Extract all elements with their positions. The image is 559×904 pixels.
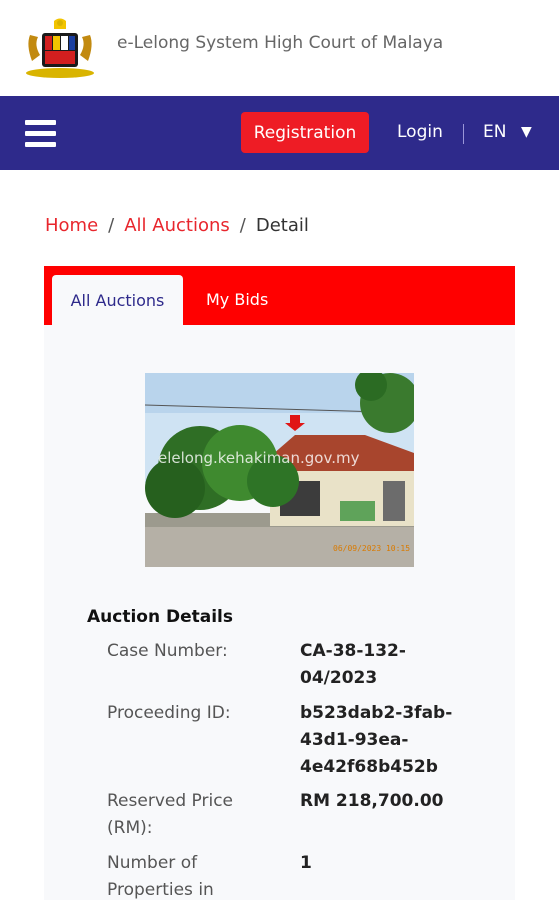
registration-button[interactable]: Registration <box>241 112 369 153</box>
case-number-label: Case Number: <box>107 641 228 661</box>
auction-details-title: Auction Details <box>87 607 234 627</box>
language-selector[interactable]: EN <box>483 122 506 142</box>
tab-all-auctions[interactable]: All Auctions <box>52 275 183 326</box>
proceeding-id-value: b523dab2-3fab- 43d1-93ea- 4e42f68b452b <box>300 703 453 777</box>
top-header: e-Lelong System High Court of Malaya <box>0 0 559 96</box>
login-link[interactable]: Login <box>397 122 443 142</box>
coat-of-arms-logo <box>26 18 94 78</box>
number-of-properties-value: 1 <box>300 853 312 873</box>
nav-divider <box>463 124 464 144</box>
reserved-price-value: RM 218,700.00 <box>300 791 444 811</box>
tab-my-bids[interactable]: My Bids <box>206 290 268 309</box>
breadcrumb-current: Detail <box>255 215 309 236</box>
site-title: e-Lelong System High Court of Malaya <box>117 33 444 53</box>
breadcrumb-all-auctions-link[interactable]: All Auctions <box>124 215 230 236</box>
hamburger-menu-icon[interactable] <box>25 120 56 148</box>
reserved-price-label: Reserved Price (RM): <box>107 791 233 838</box>
property-photo: elelong.kehakiman.gov.my 06/09/2023 10:1… <box>145 373 414 567</box>
proceeding-id-label: Proceeding ID: <box>107 703 231 723</box>
case-number-value: CA-38-132- 04/2023 <box>300 641 406 688</box>
breadcrumb-home-link[interactable]: Home <box>45 215 98 236</box>
photo-date-stamp: 06/09/2023 10:15 <box>333 544 410 553</box>
photo-watermark: elelong.kehakiman.gov.my <box>158 449 360 467</box>
number-of-properties-label: Number of Properties in <box>107 853 214 900</box>
breadcrumb-separator: / <box>108 215 115 236</box>
caret-down-icon[interactable]: ▼ <box>521 124 532 140</box>
breadcrumb-separator: / <box>239 215 246 236</box>
breadcrumb: Home / All Auctions / Detail <box>45 215 309 236</box>
